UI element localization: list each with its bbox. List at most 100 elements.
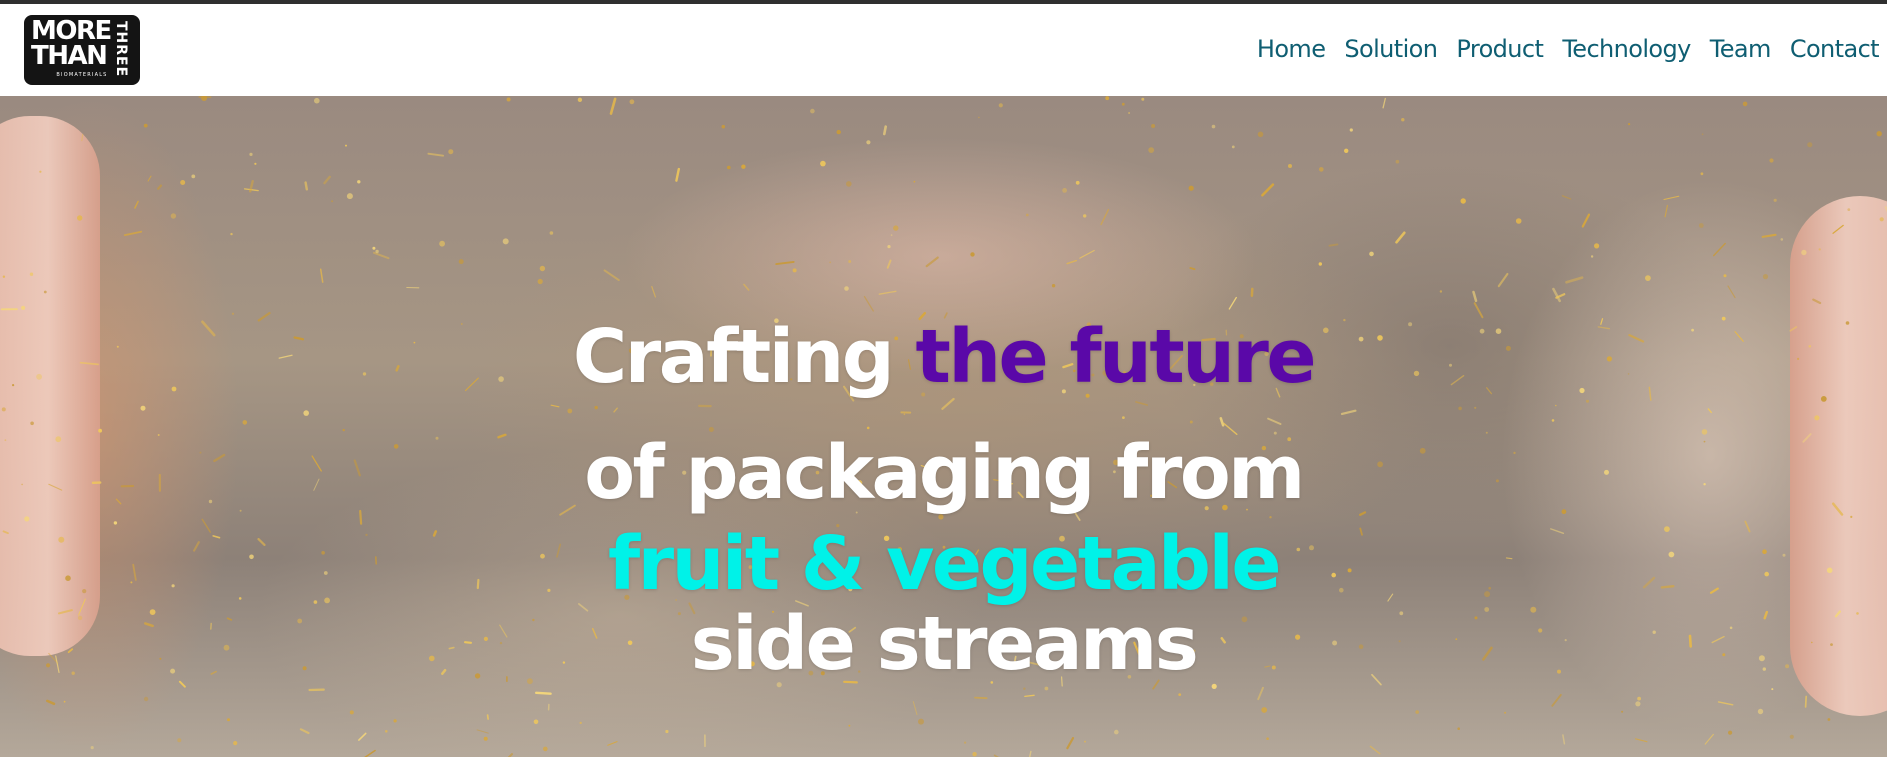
fiber-speck: [123, 230, 143, 237]
fiber-speck: [970, 252, 975, 257]
fiber-speck: [1344, 148, 1349, 153]
fiber-speck: [972, 752, 977, 757]
fiber-speck: [603, 269, 620, 282]
fiber-speck: [314, 97, 320, 104]
nav-link-contact[interactable]: Contact: [1790, 31, 1880, 67]
fiber-speck: [741, 164, 746, 169]
fiber-speck: [254, 162, 257, 165]
fiber-speck: [1028, 750, 1032, 757]
logo-word-three: THREE: [113, 21, 129, 78]
fiber-speck: [180, 180, 186, 185]
fiber-speck: [886, 259, 892, 269]
fiber-speck: [81, 133, 84, 142]
fiber-speck: [1621, 710, 1624, 713]
fiber-speck: [1769, 158, 1774, 163]
fiber-speck: [364, 749, 376, 757]
fiber-speck: [533, 719, 539, 725]
nav-link-product[interactable]: Product: [1456, 31, 1544, 67]
fiber-speck: [1328, 243, 1339, 247]
fiber-speck: [230, 232, 233, 236]
fiber-speck: [1581, 213, 1591, 228]
fiber-speck: [1594, 243, 1600, 249]
fiber-speck: [439, 240, 445, 247]
fiber-speck: [539, 265, 546, 272]
fiber-speck: [549, 231, 554, 235]
fiber-speck: [448, 149, 454, 155]
fiber-speck: [1178, 693, 1182, 696]
nav-link-home[interactable]: Home: [1257, 31, 1326, 67]
fiber-speck: [1395, 231, 1406, 244]
fiber-speck: [1472, 290, 1478, 303]
fiber-speck: [1664, 204, 1669, 218]
fiber-speck: [893, 225, 899, 231]
fiber-speck: [1552, 287, 1561, 303]
fiber-speck: [2, 275, 6, 278]
fiber-speck: [1025, 213, 1029, 217]
fiber-speck: [913, 180, 916, 183]
fiber-speck: [331, 200, 334, 203]
fiber-speck: [607, 741, 618, 746]
fiber-speck: [1700, 172, 1704, 176]
fiber-speck: [1742, 101, 1748, 107]
nav-link-technology[interactable]: Technology: [1562, 31, 1691, 67]
fiber-speck: [1188, 185, 1194, 191]
fiber-speck: [836, 129, 841, 135]
fiber-speck: [1395, 159, 1400, 164]
site-header: MORE THAN THREE BIOMATERIALS Home Soluti…: [0, 4, 1887, 96]
fiber-speck: [1789, 734, 1794, 739]
fiber-speck: [1083, 214, 1087, 218]
fiber-speck: [1100, 208, 1110, 226]
fiber-speck: [887, 245, 891, 249]
fiber-speck: [1698, 223, 1704, 228]
fiber-speck: [1148, 147, 1155, 153]
fiber-speck: [964, 741, 967, 744]
nav-link-solution[interactable]: Solution: [1344, 31, 1438, 67]
fiber-speck: [1128, 112, 1131, 114]
fiber-speck: [357, 180, 361, 184]
fiber-speck: [157, 184, 163, 190]
fiber-speck: [1780, 238, 1784, 241]
fiber-speck: [878, 290, 897, 295]
fiber-speck: [1066, 736, 1075, 750]
fiber-speck: [1717, 701, 1734, 706]
fiber-speck: [1051, 284, 1056, 288]
fiber-speck: [358, 732, 367, 741]
fiber-speck: [1261, 183, 1275, 197]
fiber-speck: [727, 165, 731, 170]
fiber-speck: [319, 268, 324, 283]
fiber-speck: [1704, 733, 1714, 745]
more-than-three-logo[interactable]: MORE THAN THREE BIOMATERIALS: [24, 15, 140, 85]
fiber-speck: [848, 260, 852, 263]
fiber-speck: [743, 283, 750, 291]
fiber-speck: [1876, 131, 1882, 137]
fiber-speck: [483, 736, 488, 741]
hero-banner: Crafting the future of packaging from fr…: [0, 96, 1887, 757]
headline-the-future: the future: [915, 314, 1316, 401]
fiber-speck: [974, 696, 988, 700]
fiber-speck: [1151, 124, 1156, 128]
nav-link-team[interactable]: Team: [1710, 31, 1772, 67]
fiber-speck: [1562, 734, 1566, 745]
fiber-speck: [77, 215, 83, 221]
fiber-speck: [721, 124, 726, 129]
fiber-speck: [651, 286, 657, 298]
headline-line-4: side streams: [690, 601, 1199, 688]
fiber-speck: [1382, 97, 1386, 109]
fiber-speck: [1757, 708, 1764, 715]
fiber-speck: [890, 234, 893, 236]
fiber-speck: [143, 696, 149, 702]
fiber-speck: [1847, 208, 1851, 211]
fiber-speck: [1121, 102, 1125, 106]
fiber-speck: [1812, 298, 1822, 305]
fiber-speck: [458, 259, 464, 265]
fiber-speck: [535, 691, 552, 695]
headline-line-1: Crafting the future: [0, 305, 1887, 409]
fiber-speck: [537, 278, 543, 285]
fiber-speck: [1728, 730, 1733, 735]
fiber-speck: [39, 170, 42, 173]
fiber-speck: [502, 238, 509, 245]
fiber-speck: [775, 260, 795, 266]
fiber-speck: [1114, 729, 1119, 735]
fiber-speck: [1590, 255, 1594, 258]
fiber-speck: [1079, 249, 1095, 259]
